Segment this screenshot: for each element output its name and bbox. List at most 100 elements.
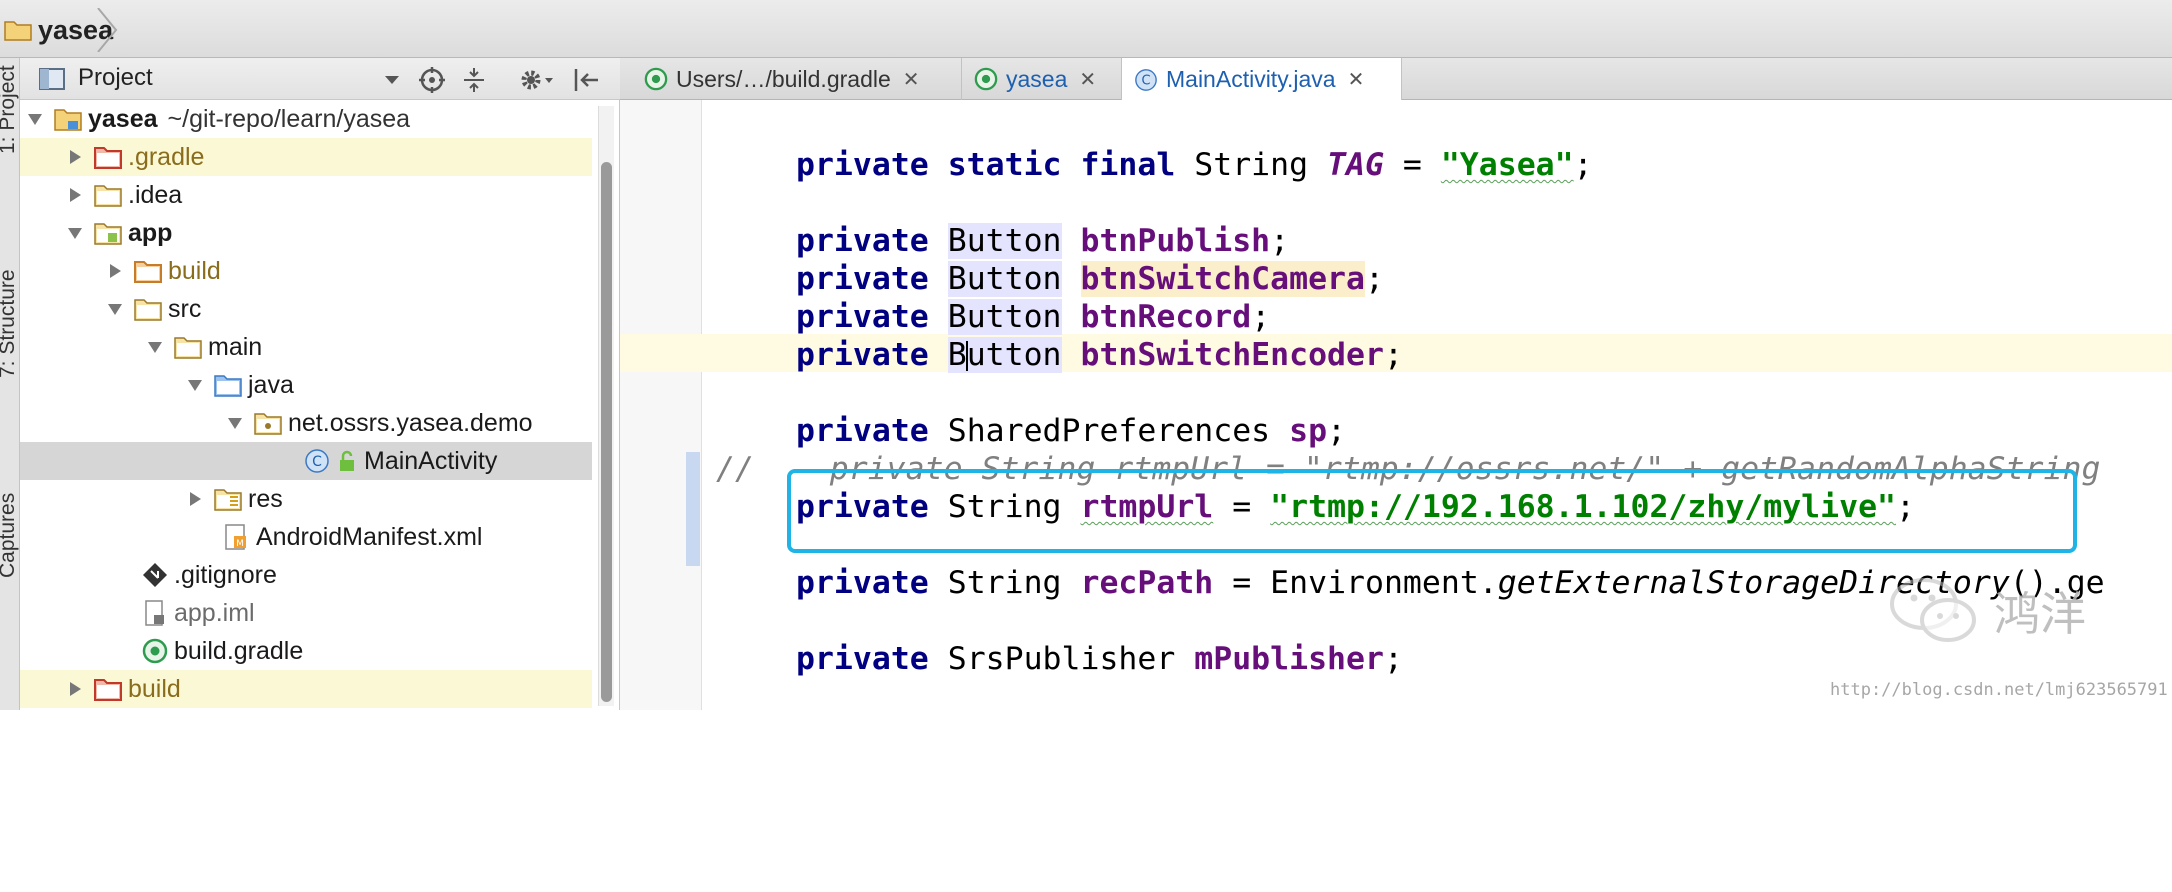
tree-row-gradle[interactable]: .gradle — [20, 138, 592, 176]
excluded-folder-icon — [94, 147, 122, 169]
resource-folder-icon — [214, 489, 242, 511]
code-line: private SrsPublisher mPublisher; — [796, 640, 1403, 678]
tree-label: app.iml — [174, 598, 255, 627]
tree-label: java — [248, 370, 294, 399]
expand-arrow-icon[interactable] — [66, 224, 84, 242]
tree-row-manifest[interactable]: M AndroidManifest.xml — [20, 518, 592, 556]
close-icon[interactable]: ✕ — [1079, 67, 1096, 92]
gear-icon[interactable] — [518, 66, 554, 94]
close-icon[interactable]: ✕ — [1348, 67, 1365, 92]
tree-row-idea[interactable]: .idea — [20, 176, 592, 214]
close-icon[interactable]: ✕ — [903, 67, 920, 92]
expand-arrow-icon[interactable] — [226, 414, 244, 432]
tab-mainactivity-java[interactable]: C MainActivity.java ✕ — [1122, 58, 1402, 101]
svg-text:C: C — [312, 454, 322, 470]
keyword: private — [796, 337, 929, 373]
semicolon: ; — [1327, 413, 1347, 449]
collapsed-arrow-icon[interactable] — [66, 680, 84, 698]
annotation-highlight-box — [787, 469, 2077, 553]
type-name: SharedPreferences — [947, 413, 1271, 449]
field-name: TAG — [1327, 147, 1384, 183]
tree-row-mainactivity[interactable]: C MainActivity — [20, 442, 592, 480]
field-name: btnRecord — [1080, 299, 1252, 335]
tree-row-yasea[interactable]: yasea ~/git-repo/learn/yasea — [20, 100, 592, 138]
left-tool-strip: 1: Project 7: Structure Captures — [0, 58, 20, 710]
folder-icon — [174, 337, 202, 359]
keyword: private — [796, 565, 929, 601]
tab-yasea[interactable]: yasea ✕ — [962, 58, 1122, 100]
collapsed-arrow-icon[interactable] — [186, 490, 204, 508]
type-name: utton — [966, 337, 1062, 373]
scroll-from-source-icon[interactable] — [418, 66, 446, 94]
collapsed-arrow-icon[interactable] — [66, 186, 84, 204]
code-line: private Button btnPublish; — [796, 222, 1289, 260]
android-module-icon — [94, 223, 122, 245]
code-editor[interactable]: private static final String TAG = "Yasea… — [620, 100, 2172, 710]
field-name: sp — [1289, 413, 1328, 449]
tree-row-src[interactable]: src — [20, 290, 592, 328]
expand-arrow-icon[interactable] — [146, 338, 164, 356]
keyword: private — [796, 413, 929, 449]
gitignore-icon — [143, 563, 167, 587]
expand-arrow-icon[interactable] — [26, 110, 44, 128]
collapsed-arrow-icon[interactable] — [106, 262, 124, 280]
tree-row-res[interactable]: res — [20, 480, 592, 518]
tree-row-app-iml[interactable]: app.iml — [20, 594, 592, 632]
folder-icon — [4, 21, 32, 41]
tool-tab-captures[interactable]: Captures — [0, 418, 20, 578]
editor-tab-bar: Users/…/build.gradle ✕ yasea ✕ C MainAct… — [620, 58, 2172, 101]
tree-label: src — [168, 294, 202, 323]
project-view-icon — [39, 68, 65, 90]
gradle-icon — [142, 638, 168, 664]
code-line: private Button btnSwitchCamera; — [796, 260, 1384, 298]
project-scrollbar[interactable] — [598, 106, 614, 706]
watermark-url: http://blog.csdn.net/lmj623565791 — [1830, 680, 2168, 700]
project-panel: Project yasea ~/git-repo/learn/yasea .gr… — [20, 58, 620, 710]
tree-row-java[interactable]: java — [20, 366, 592, 404]
keyword: private — [796, 261, 929, 297]
hide-panel-icon[interactable] — [572, 66, 602, 94]
navigation-bar: yasea — [0, 0, 2172, 58]
tree-row-gitignore[interactable]: .gitignore — [20, 556, 592, 594]
tab-label: yasea — [1006, 65, 1068, 92]
excluded-folder-icon — [94, 679, 122, 701]
gradle-icon — [974, 67, 998, 91]
tree-row-main[interactable]: main — [20, 328, 592, 366]
class-icon: C — [1135, 68, 1157, 91]
type-name: Button — [947, 261, 1062, 297]
scrollbar-thumb[interactable] — [601, 162, 612, 702]
operator: = — [1232, 565, 1252, 601]
string-literal: "Yasea" — [1440, 147, 1574, 183]
collapse-all-icon[interactable] — [460, 66, 488, 94]
tool-tab-project[interactable]: 1: Project — [0, 58, 20, 154]
tree-label: MainActivity — [364, 446, 498, 475]
tree-row-package[interactable]: net.ossrs.yasea.demo — [20, 404, 592, 442]
tool-tab-structure[interactable]: 7: Structure — [0, 178, 20, 378]
project-panel-title[interactable]: Project — [78, 64, 153, 92]
project-tree: yasea ~/git-repo/learn/yasea .gradle .id… — [20, 100, 600, 710]
module-folder-icon — [54, 109, 82, 131]
expand-arrow-icon[interactable] — [186, 376, 204, 394]
operator: = — [1402, 147, 1422, 183]
tree-row-app[interactable]: app — [20, 214, 592, 252]
field-name: btnSwitchCamera — [1080, 261, 1365, 297]
field-name: recPath — [1080, 565, 1214, 601]
iml-file-icon — [145, 600, 164, 626]
field-name: mPublisher — [1194, 641, 1384, 677]
tab-label: MainActivity.java — [1166, 66, 1336, 92]
tree-row-root-build[interactable]: build — [20, 670, 592, 708]
type-name: SrsPublisher — [947, 641, 1176, 677]
tree-row-build-gradle[interactable]: build.gradle — [20, 632, 592, 670]
tree-row-app-build[interactable]: build — [20, 252, 592, 290]
tree-label: .idea — [128, 180, 183, 209]
tab-root-build-gradle[interactable]: Users/…/build.gradle ✕ — [632, 58, 962, 100]
class-icon: C — [305, 449, 329, 473]
semicolon: ; — [1270, 223, 1290, 259]
chevron-down-icon[interactable] — [382, 66, 402, 92]
expand-arrow-icon[interactable] — [106, 300, 124, 318]
collapsed-arrow-icon[interactable] — [66, 148, 84, 166]
tree-label: net.ossrs.yasea.demo — [288, 408, 533, 437]
excluded-folder-icon — [134, 261, 162, 283]
breadcrumb-separator-icon — [97, 8, 118, 52]
watermark-text: 鸿洋 — [1994, 587, 2086, 641]
